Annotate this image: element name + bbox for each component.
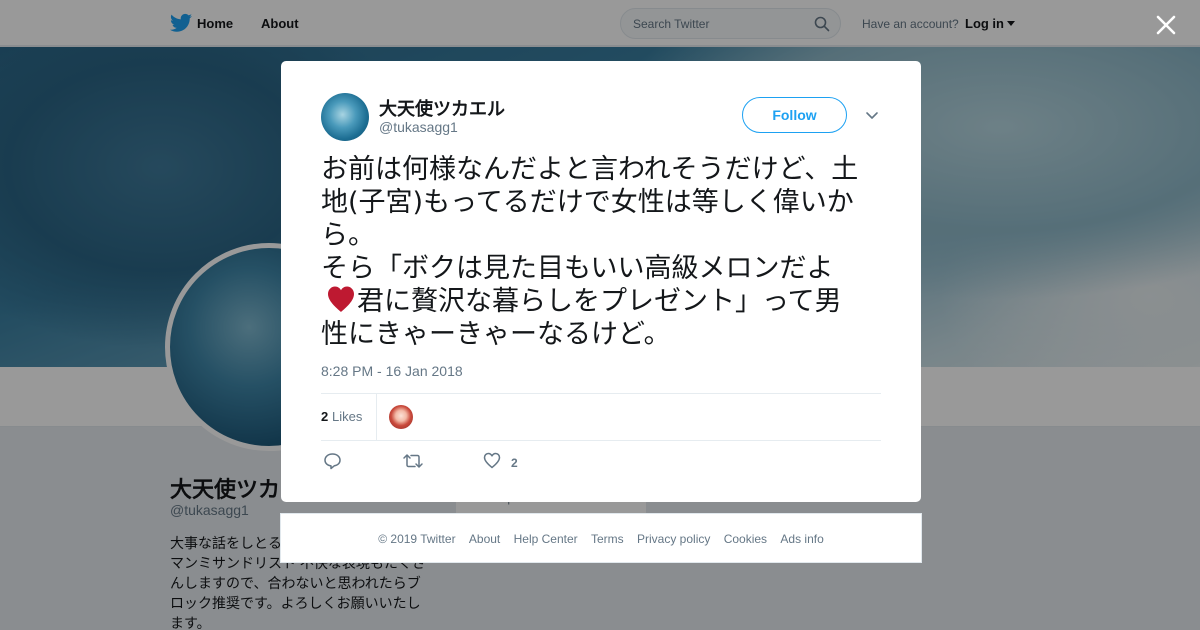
chevron-down-icon[interactable] [865,109,879,123]
likes-count[interactable]: 2 [321,409,328,424]
like-button[interactable] [483,452,501,469]
retweet-icon[interactable] [402,452,424,470]
tweet-author-name[interactable]: 大天使ツカエル [379,95,505,121]
tweet-text-part-1: お前は何様なんだよと言われそうだけど、土 地(子宮)もってるだけで女性は等しく偉… [321,154,859,284]
close-icon[interactable] [1155,14,1177,36]
liker-avatar[interactable] [389,405,413,429]
tweet-modal: 大天使ツカエル @tukasagg1 Follow お前は何様なんだよと言われそ… [281,61,921,502]
footer-link-cookies[interactable]: Cookies [724,532,767,546]
tweet-author-handle[interactable]: @tukasagg1 [379,119,458,135]
heart-emoji-icon [328,286,354,312]
footer-link-terms[interactable]: Terms [591,532,624,546]
footer-link-about[interactable]: About [469,532,500,546]
stats-divider [376,394,377,440]
tweet-timestamp[interactable]: 8:28 PM - 16 Jan 2018 [321,363,463,379]
tweet-text: お前は何様なんだよと言われそうだけど、土 地(子宮)もってるだけで女性は等しく偉… [321,153,891,351]
footer-link-ads-info[interactable]: Ads info [780,532,823,546]
tweet-author-avatar[interactable] [321,93,369,141]
footer-links: © 2019 Twitter About Help Center Terms P… [281,532,921,546]
footer-link-privacy[interactable]: Privacy policy [637,532,710,546]
follow-button[interactable]: Follow [742,97,847,133]
like-action-count[interactable]: 2 [511,456,518,470]
likes-label[interactable]: Likes [332,409,362,424]
footer-link-help-center[interactable]: Help Center [514,532,578,546]
like-icon[interactable] [483,452,501,469]
footer-copyright: © 2019 Twitter [378,532,456,546]
reply-icon[interactable] [323,452,342,470]
reply-button[interactable] [323,452,342,470]
tweet-text-part-2: 君に贅沢な暮らしをプレゼント」って男 [357,286,842,317]
tweet-stats: 2 Likes [321,393,881,441]
tweet-text-part-3: 性にきゃーきゃーなるけど。 [321,319,671,350]
retweet-button[interactable] [402,452,424,470]
modal-footer: © 2019 Twitter About Help Center Terms P… [280,513,922,563]
